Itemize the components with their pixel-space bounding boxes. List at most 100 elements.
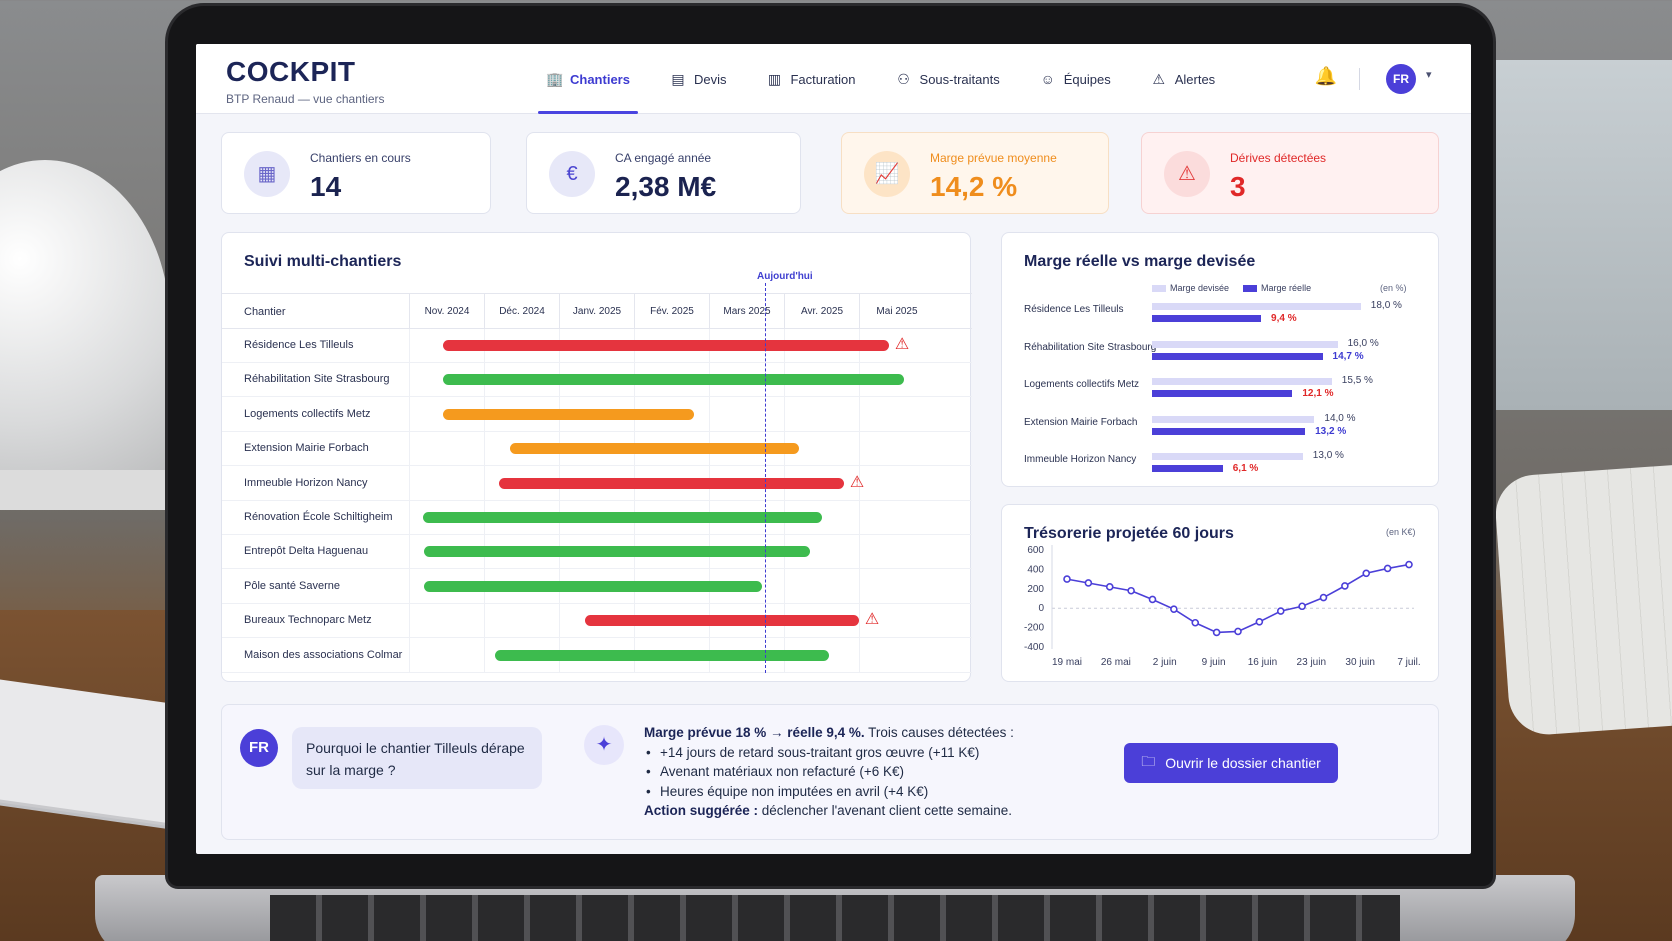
cause-item: +14 jours de retard sous-traitant gros œ… [644, 743, 1014, 763]
treso-point[interactable] [1105, 583, 1114, 591]
tab-sous-traitants[interactable]: ⚇ Sous-traitants [876, 44, 1020, 114]
document-icon: ▤ [671, 71, 685, 87]
legend-devisee: Marge devisée [1152, 283, 1229, 293]
bar-reelle[interactable] [1152, 390, 1293, 397]
main-nav: 🏢 Chantiers ▤ Devis ▥ Facturation ⚇ Sous… [526, 44, 1235, 114]
y-tick-label: 200 [1027, 584, 1044, 595]
users-icon: ⚇ [897, 71, 910, 87]
month-header: Déc. 2024 [484, 294, 559, 330]
warning-icon: ⚠ [1152, 71, 1165, 87]
label-devisee: 14,0 % [1324, 412, 1356, 424]
label-devisee: 13,0 % [1312, 450, 1344, 461]
treso-point[interactable] [1319, 593, 1328, 602]
bar-devisee[interactable] [1152, 303, 1361, 310]
treso-point[interactable] [1383, 564, 1392, 573]
gantt-bar[interactable] [442, 408, 694, 420]
gantt-row[interactable]: Pôle santé Saverne [222, 570, 972, 604]
treso-point[interactable] [1276, 607, 1285, 615]
warning-icon: ⚠ [1164, 151, 1210, 197]
treso-point[interactable] [1170, 605, 1178, 613]
assistant-panel: FR Pourquoi le chantier Tilleuls dérape … [221, 704, 1439, 840]
gantt-bar[interactable] [442, 340, 889, 351]
bar-reelle[interactable] [1152, 315, 1262, 322]
euro-icon: € [549, 151, 595, 197]
month-header: Mars 2025 [709, 294, 784, 330]
treso-point[interactable] [1148, 595, 1157, 604]
margin-row-name: Réhabilitation Site Strasbourg [1024, 341, 1157, 353]
gantt-row[interactable]: Bureaux Technoparc Metz ⚠ [222, 604, 972, 639]
treso-point[interactable] [1405, 560, 1413, 569]
headline-bold: Marge prévue 18 % → réelle 9,4 %. [644, 725, 865, 740]
chantier-name: Pôle santé Saverne [244, 579, 341, 592]
divider [1359, 68, 1360, 90]
treso-point[interactable] [1212, 628, 1221, 637]
kpi-card-ca[interactable]: € CA engagé année 2,38 M€ [526, 132, 801, 214]
gantt-bar[interactable] [495, 649, 829, 661]
bar-reelle[interactable] [1152, 352, 1323, 360]
warning-icon[interactable]: ⚠ [848, 474, 866, 491]
tab-chantiers[interactable]: 🏢 Chantiers [526, 44, 650, 114]
treso-point[interactable] [1191, 618, 1200, 627]
bar-reelle[interactable] [1152, 427, 1306, 435]
user-avatar[interactable]: FR [1386, 64, 1416, 94]
tab-equipes[interactable]: ☺ Équipes [1020, 44, 1131, 114]
gantt-bar[interactable] [499, 477, 844, 489]
gantt-bar[interactable] [424, 580, 762, 592]
label-devisee: 15,5 % [1341, 375, 1373, 386]
gantt-bar[interactable] [422, 512, 822, 523]
bar-devisee[interactable] [1152, 340, 1338, 348]
kpi-card-marge[interactable]: 📈 Marge prévue moyenne 14,2 % [841, 132, 1109, 214]
x-tick-label: 9 juin [1202, 657, 1226, 668]
kpi-card-chantiers[interactable]: ▦ Chantiers en cours 14 [221, 132, 491, 214]
gantt-bar[interactable] [585, 615, 859, 627]
gantt-row[interactable]: Entrepôt Delta Haguenau [222, 535, 972, 570]
tab-label: Facturation [790, 71, 856, 87]
treso-point[interactable] [1234, 627, 1242, 636]
gantt-row[interactable]: Résidence Les Tilleuls ⚠ [222, 329, 972, 363]
treso-point[interactable] [1127, 586, 1135, 595]
gantt-bar[interactable] [424, 546, 811, 558]
open-dossier-button[interactable]: 🗀 Ouvrir le dossier chantier [1124, 743, 1338, 783]
gantt-row[interactable]: Réhabilitation Site Strasbourg [222, 363, 972, 398]
margin-row-name: Logements collectifs Metz [1024, 379, 1140, 390]
bar-devisee[interactable] [1152, 453, 1303, 460]
month-header: Mai 2025 [859, 294, 934, 330]
x-tick-label: 16 juin [1248, 657, 1277, 668]
bar-devisee[interactable] [1152, 378, 1332, 385]
treso-point[interactable] [1362, 569, 1371, 578]
warning-icon[interactable]: ⚠ [863, 612, 881, 628]
bar-devisee[interactable] [1152, 415, 1315, 423]
tab-label: Devis [693, 71, 727, 87]
gantt-row[interactable]: Logements collectifs Metz [222, 398, 972, 432]
margin-row-name: Extension Mairie Forbach [1024, 416, 1138, 428]
month-header: Fév. 2025 [634, 294, 709, 330]
gantt-row[interactable]: Maison des associations Colmar [222, 639, 972, 673]
gantt-row[interactable]: Rénovation École Schiltigheim [222, 501, 972, 535]
chantier-name: Rénovation École Schiltigheim [244, 511, 393, 523]
label-devisee: 18,0 % [1370, 300, 1402, 311]
margin-row-name: Immeuble Horizon Nancy [1024, 454, 1137, 465]
tab-alertes[interactable]: ⚠ Alertes [1131, 44, 1235, 114]
gantt-bar[interactable] [442, 374, 904, 386]
treso-point[interactable] [1255, 617, 1264, 626]
gantt-bar[interactable] [510, 443, 799, 455]
bell-icon[interactable]: 🔔 [1314, 66, 1338, 90]
gantt-row[interactable]: Immeuble Horizon Nancy ⚠ [222, 467, 972, 501]
chantier-name: Extension Mairie Forbach [244, 442, 369, 455]
tab-devis[interactable]: ▤ Devis [650, 44, 747, 114]
chevron-down-icon[interactable]: ▾ [1426, 68, 1432, 81]
tab-facturation[interactable]: ▥ Facturation [746, 44, 875, 114]
gantt-panel: Suivi multi-chantiers Aujourd'hui Chanti… [221, 232, 972, 682]
warning-icon[interactable]: ⚠ [893, 337, 911, 353]
x-tick-label: 7 juil. [1397, 657, 1420, 668]
treso-point[interactable] [1298, 602, 1306, 611]
gantt-row[interactable]: Extension Mairie Forbach [222, 432, 972, 467]
app-screen: COCKPIT BTP Renaud — vue chantiers 🏢 Cha… [196, 44, 1471, 854]
treso-point[interactable] [1063, 575, 1071, 583]
treso-point[interactable] [1084, 579, 1093, 587]
treso-point[interactable] [1341, 582, 1349, 590]
kpi-card-derives[interactable]: ⚠ Dérives détectées 3 [1141, 132, 1439, 214]
bar-reelle[interactable] [1152, 465, 1223, 472]
y-tick-label: -400 [1024, 642, 1044, 653]
legend-reelle: Marge réelle [1243, 283, 1311, 293]
